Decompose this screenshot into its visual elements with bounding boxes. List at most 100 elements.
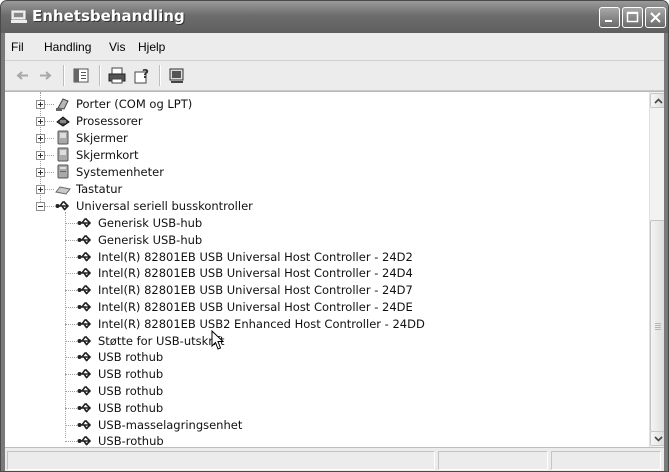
toolbar-separator <box>63 65 65 86</box>
expand-toggle[interactable] <box>36 100 45 109</box>
maximize-button[interactable] <box>622 7 643 28</box>
scroll-down-button[interactable] <box>650 431 664 446</box>
usb-icon <box>77 403 92 413</box>
chevron-up-icon <box>654 98 663 104</box>
status-pane <box>551 451 661 470</box>
print-icon[interactable] <box>107 66 127 85</box>
usb-icon <box>77 336 92 346</box>
maximize-icon <box>626 11 639 23</box>
status-bar <box>5 447 664 471</box>
window-title: Enhetsbehandling <box>32 7 185 25</box>
tree-line <box>65 223 77 224</box>
monitor-icon <box>57 130 69 145</box>
chevron-down-icon <box>654 436 663 442</box>
expand-toggle[interactable] <box>36 134 45 143</box>
tree-line <box>65 212 66 438</box>
close-icon <box>650 12 661 23</box>
minimize-button[interactable] <box>599 7 620 28</box>
scrollbar-thumb[interactable] <box>650 220 664 432</box>
tree-line <box>65 357 77 358</box>
collapse-toggle[interactable] <box>36 202 45 211</box>
usb-icon <box>55 201 70 211</box>
mouse-cursor-icon <box>211 330 225 350</box>
tree-line <box>45 104 54 105</box>
tree-line <box>65 240 77 241</box>
device-tree-pane: Porter (COM og LPT) Prosessorer Skjermer… <box>5 91 664 447</box>
toolbar-separator <box>159 65 161 86</box>
tree-line <box>65 290 77 291</box>
expand-toggle[interactable] <box>36 168 45 177</box>
menu-bar: Fil Handling Vis Hjelp <box>5 33 664 61</box>
usb-icon <box>77 268 92 278</box>
toolbar-separator <box>99 65 101 86</box>
device-label: USB-masselagringsenhet <box>98 418 243 432</box>
device-label: Intel(R) 82801EB USB Universal Host Cont… <box>98 283 413 297</box>
tree-line <box>45 206 54 207</box>
usb-icon <box>77 319 92 329</box>
tree-line <box>65 324 77 325</box>
usb-icon <box>77 369 92 379</box>
status-pane-main <box>7 451 435 470</box>
close-button[interactable] <box>645 7 666 28</box>
keyboard-icon <box>55 186 71 195</box>
device-tree: Porter (COM og LPT) Prosessorer Skjermer… <box>5 92 645 447</box>
expand-toggle[interactable] <box>36 185 45 194</box>
tree-line <box>45 189 54 190</box>
back-icon[interactable] <box>13 66 33 85</box>
device-label: USB-rothub <box>98 434 164 447</box>
computer-icon <box>11 10 27 23</box>
minimize-icon <box>605 20 612 22</box>
tree-line <box>65 425 77 426</box>
toolbar: ? <box>5 61 664 91</box>
tree-line <box>65 374 77 375</box>
forward-icon[interactable] <box>35 66 55 85</box>
processor-icon <box>56 116 70 127</box>
menu-vis[interactable]: Vis <box>109 40 125 54</box>
status-pane <box>438 451 548 470</box>
properties-icon[interactable] <box>71 66 91 85</box>
expand-toggle[interactable] <box>36 151 45 160</box>
usb-icon <box>77 302 92 312</box>
vertical-scrollbar[interactable] <box>649 92 664 447</box>
tree-line <box>65 341 77 342</box>
tree-line <box>45 172 54 173</box>
menu-handling[interactable]: Handling <box>44 40 91 54</box>
tree-line <box>65 408 77 409</box>
device-label: Generisk USB-hub <box>98 216 203 230</box>
device-label: USB rothub <box>98 350 164 364</box>
svg-text:?: ? <box>142 67 149 81</box>
device-label: USB rothub <box>98 384 164 398</box>
device-label: Intel(R) 82801EB USB Universal Host Cont… <box>98 266 413 280</box>
device-label: USB rothub <box>98 367 164 381</box>
scroll-up-button[interactable] <box>650 93 664 108</box>
usb-icon <box>77 235 92 245</box>
tree-line <box>45 121 54 122</box>
update-driver-icon[interactable] <box>167 66 187 85</box>
tree-line <box>65 391 77 392</box>
display-adapter-icon <box>57 147 69 162</box>
menu-fil[interactable]: Fil <box>11 40 24 54</box>
usb-icon <box>77 386 92 396</box>
device-manager-window: Enhetsbehandling Fil Handling Vis Hjelp … <box>0 0 669 472</box>
usb-icon <box>77 352 92 362</box>
system-device-icon <box>57 164 69 179</box>
device-label: Intel(R) 82801EB USB2 Enhanced Host Cont… <box>98 317 425 331</box>
help-icon[interactable]: ? <box>133 66 153 85</box>
device-label: Støtte for USB-utskrift <box>98 334 225 348</box>
usb-icon <box>77 436 92 446</box>
tree-line <box>65 257 77 258</box>
menu-hjelp[interactable]: Hjelp <box>138 40 165 54</box>
expand-toggle[interactable] <box>36 117 45 126</box>
device-label: Generisk USB-hub <box>98 233 203 247</box>
title-bar[interactable]: Enhetsbehandling <box>1 1 668 33</box>
tree-line <box>65 441 77 442</box>
usb-icon <box>77 252 92 262</box>
tree-line <box>45 155 54 156</box>
usb-icon <box>77 218 92 228</box>
device-label: USB rothub <box>98 401 164 415</box>
tree-line <box>45 138 54 139</box>
tree-line <box>65 273 77 274</box>
usb-icon <box>77 420 92 430</box>
device-label: Intel(R) 82801EB USB Universal Host Cont… <box>98 250 413 264</box>
usb-icon <box>77 285 92 295</box>
